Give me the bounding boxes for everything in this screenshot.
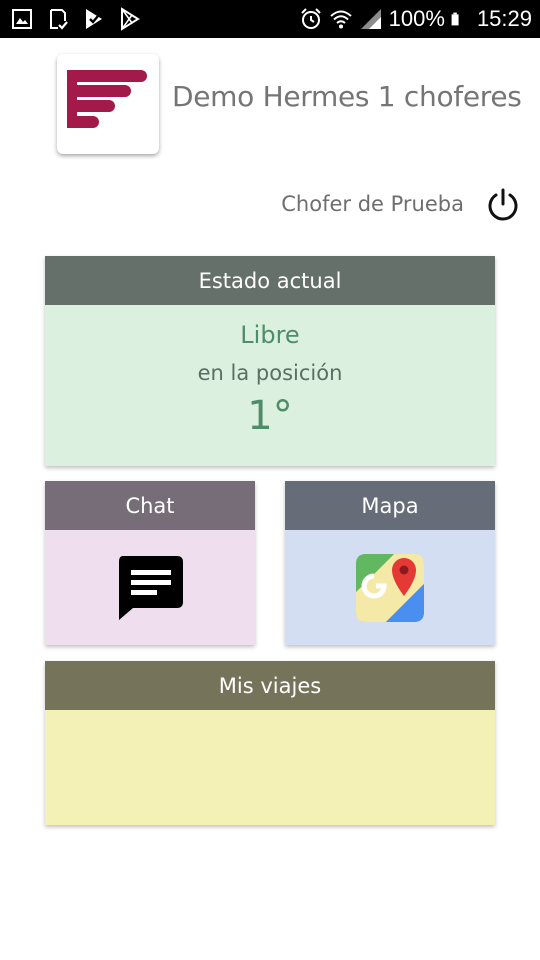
my-trips-body [45,710,495,825]
play-store-icon [121,7,140,31]
signal-icon [360,9,381,29]
map-title: Mapa [285,481,495,530]
wifi-icon [329,10,352,29]
system-status: 100% 15:29 [299,4,532,34]
clipboard-check-icon [50,9,68,30]
app-title: Demo Hermes 1 choferes [172,80,522,113]
alarm-icon [300,8,321,29]
position-label: en la posición [197,361,343,385]
driver-name: Chofer de Prueba [281,192,464,216]
play-store-check-icon [86,9,102,29]
battery-percent: 100% [388,6,445,31]
google-maps-icon [356,553,424,622]
hermes-logo-icon [67,70,147,128]
status-value: Libre [240,321,300,349]
chat-title: Chat [45,481,255,530]
chat-button[interactable]: Chat [45,481,255,645]
my-trips-title: Mis viajes [45,661,495,710]
my-trips-button[interactable]: Mis viajes [45,661,495,825]
position-value: 1° [247,393,293,439]
status-card-body: Libre en la posición 1° [45,305,495,466]
battery-icon [451,12,459,26]
image-icon [12,9,32,29]
notification-icons [10,7,142,31]
map-button[interactable]: Mapa [285,481,495,645]
app-logo [57,54,159,154]
power-icon[interactable] [485,187,521,223]
status-card-title: Estado actual [45,256,495,305]
chat-bubble-icon [119,555,183,620]
status-bar: 100% 15:29 [0,0,540,38]
clock: 15:29 [476,6,532,31]
status-card[interactable]: Estado actual Libre en la posición 1° [45,256,495,466]
